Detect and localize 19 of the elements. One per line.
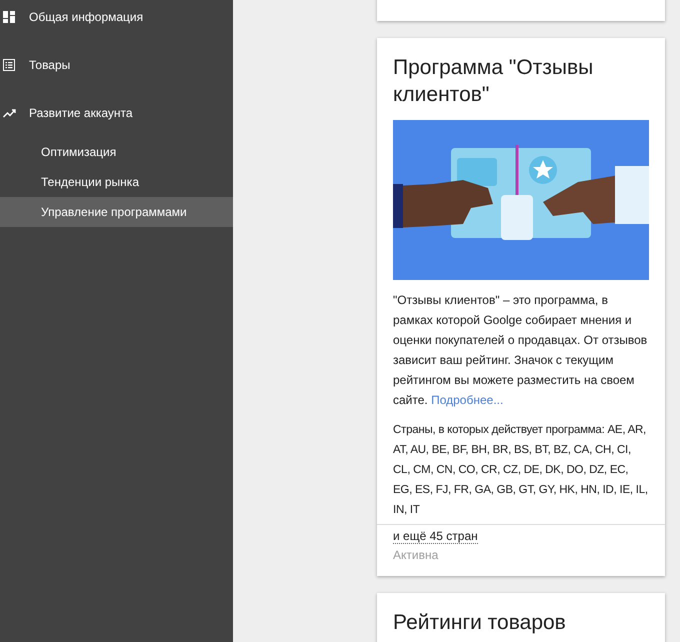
more-link[interactable]: Подробнее... — [431, 393, 504, 407]
nav-item-label: Общая информация — [29, 10, 144, 24]
countries-text: Страны, в которых действует программа: AE, AR, AT, AU, BE, BF, BH, BR, BS, BT, BZ, CA, CH, CI, CL, CM, CN, CO, CR, CZ, DE, DK, DO, DZ, EC, EG, ES, FJ, FR, GA, GB, GT, GY, HK, HN, ID, IE, IL, IN, IT — [393, 423, 649, 518]
nav-subitem[interactable]: Оптимизация — [0, 137, 233, 167]
card-title: Рейтинги товаров — [393, 610, 567, 636]
nav-subitem[interactable]: Тенденции рынка — [0, 167, 233, 197]
nav-item[interactable]: Развитие аккаунта — [0, 89, 233, 137]
nav-item[interactable]: Общая информация — [0, 0, 233, 41]
card-title: Программа "Отзывы клиентов" — [393, 55, 594, 108]
nav-item-label: Развитие аккаунта — [29, 106, 133, 120]
list-icon — [3, 59, 15, 71]
nav-item[interactable]: Товары — [0, 41, 233, 89]
more-countries-link[interactable]: и ещё 45 стран — [393, 529, 478, 544]
status-text: Активна — [393, 548, 440, 562]
nav-subitem[interactable]: Управление программами — [0, 197, 233, 227]
trend-icon — [3, 108, 16, 118]
nav-item-label: Товары — [29, 58, 70, 72]
card-description: "Отзывы клиентов" – это программа, в рамках которой Goolge собирает мнения и оценки покупателей о продавцах. От отзывов зависит ваш рейтинг. Значок с текущим рейтингом вы можете разместить на своем сайте. Подробнее... — [393, 292, 648, 409]
dashboard-icon — [3, 11, 15, 23]
